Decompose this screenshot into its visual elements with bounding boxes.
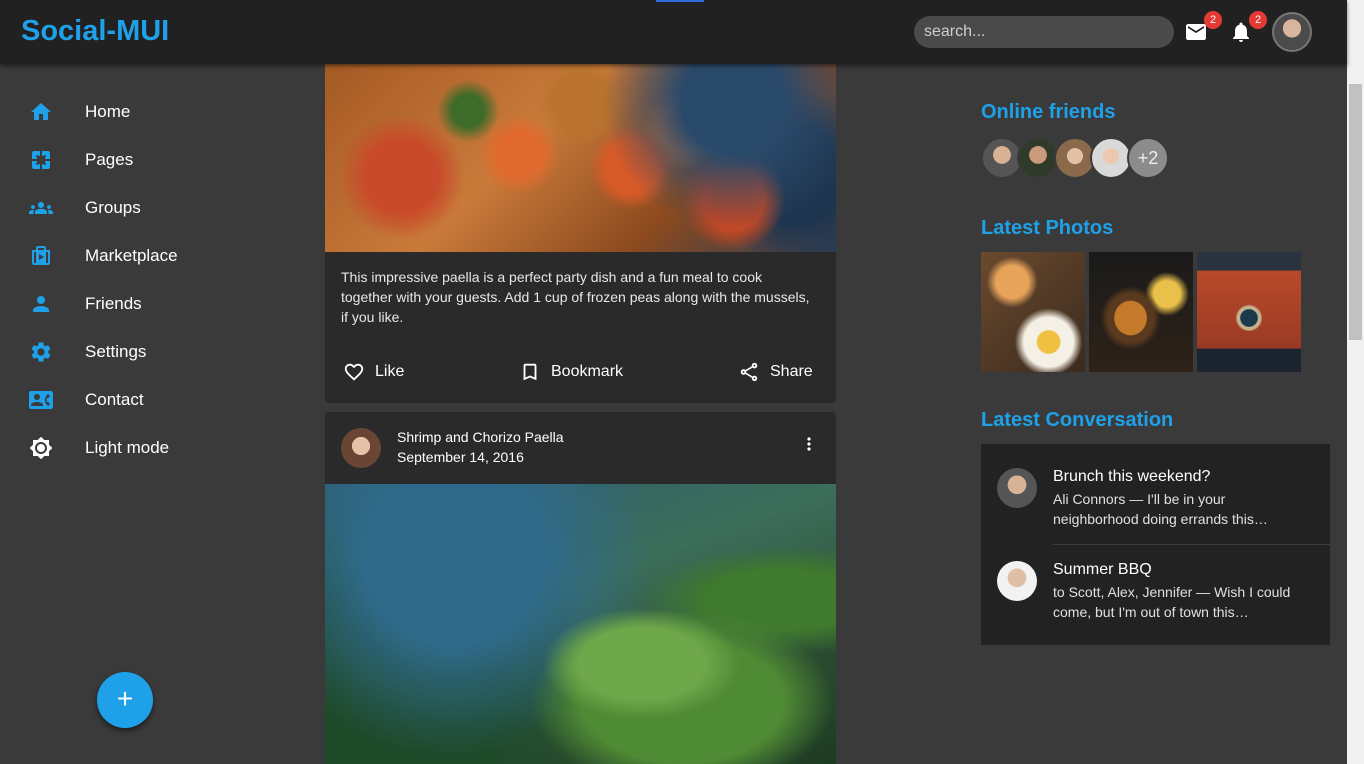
share-icon xyxy=(740,362,758,382)
post-card: Shrimp and Chorizo Paella September 14, … xyxy=(325,412,836,764)
post-menu-button[interactable] xyxy=(799,432,819,456)
sidebar-item-label: Settings xyxy=(85,342,147,361)
latest-photo[interactable] xyxy=(1197,252,1301,372)
brightness-icon xyxy=(29,436,53,460)
sidebar-item-contact[interactable]: Contact xyxy=(0,376,300,424)
friend-avatar[interactable] xyxy=(1017,137,1059,179)
sidebar-item-label: Groups xyxy=(85,198,141,217)
divider xyxy=(1053,544,1330,545)
sidebar-item-pages[interactable]: Pages xyxy=(0,136,300,184)
conversation-avatar[interactable] xyxy=(997,561,1037,601)
sidebar-item-home[interactable]: Home xyxy=(0,88,300,136)
contact-card-icon xyxy=(29,391,53,409)
search-input[interactable] xyxy=(914,16,1174,48)
person-icon xyxy=(33,296,49,312)
bookmark-icon xyxy=(523,363,537,381)
app-title[interactable]: Social-MUI xyxy=(21,15,169,48)
sidebar-item-groups[interactable]: Groups xyxy=(0,184,300,232)
user-avatar[interactable] xyxy=(1272,12,1312,52)
notifications-button[interactable]: 2 xyxy=(1229,11,1267,46)
conversation-avatar[interactable] xyxy=(997,468,1037,508)
conversation-title[interactable]: Brunch this weekend? xyxy=(1053,468,1210,486)
heart-icon xyxy=(344,363,364,381)
post-caption: This impressive paella is a perfect part… xyxy=(341,269,810,325)
sidebar-item-label: Light mode xyxy=(85,438,170,457)
latest-photo[interactable] xyxy=(1089,252,1193,372)
conversation-preview: Ali Connors — I'll be in your neighborho… xyxy=(1053,491,1268,527)
conversation-preview: to Scott, Alex, Jennifer — Wish I could … xyxy=(1053,584,1291,620)
conversation-list: Brunch this weekend? Ali Connors — I'll … xyxy=(981,444,1330,645)
sidebar-item-label: Marketplace xyxy=(85,246,178,265)
like-label: Like xyxy=(375,363,405,380)
sidebar-item-marketplace[interactable]: Marketplace xyxy=(0,232,300,280)
storefront-icon xyxy=(32,246,50,265)
post-title: Shrimp and Chorizo Paella xyxy=(397,429,564,445)
mail-button[interactable]: 2 xyxy=(1184,11,1222,46)
sidebar-item-label: Home xyxy=(85,102,131,121)
mail-badge: 2 xyxy=(1204,11,1222,29)
groups-icon xyxy=(29,202,53,214)
friend-avatar[interactable] xyxy=(1090,137,1132,179)
conversation-title[interactable]: Summer BBQ xyxy=(1053,561,1152,579)
share-button[interactable]: Share xyxy=(738,360,813,384)
gear-icon xyxy=(31,342,51,362)
app-bar: Social-MUI 2 2 xyxy=(0,0,1347,64)
latest-photo[interactable] xyxy=(981,252,1085,372)
post-image xyxy=(325,484,836,764)
post-image xyxy=(325,64,836,252)
latest-photos-title: Latest Photos xyxy=(981,217,1114,239)
more-friends-count[interactable]: +2 xyxy=(1127,137,1169,179)
post-date: September 14, 2016 xyxy=(397,449,524,465)
online-friends-title: Online friends xyxy=(981,101,1116,123)
sidebar-item-friends[interactable]: Friends xyxy=(0,280,300,328)
sidebar-item-label: Pages xyxy=(85,150,134,169)
sidebar-item-light-mode[interactable]: Light mode xyxy=(0,424,300,472)
post-author-avatar[interactable] xyxy=(341,428,381,468)
home-icon xyxy=(31,103,51,120)
bookmark-button[interactable]: Bookmark xyxy=(519,360,623,384)
sidebar-item-label: Contact xyxy=(85,390,144,409)
share-label: Share xyxy=(770,363,813,380)
add-post-button[interactable]: + xyxy=(97,672,153,728)
pages-icon xyxy=(32,151,50,169)
scrollbar-thumb[interactable] xyxy=(1349,84,1362,340)
more-vert-icon xyxy=(807,437,811,451)
sidebar-item-label: Friends xyxy=(85,294,142,313)
sidebar-item-settings[interactable]: Settings xyxy=(0,328,300,376)
bookmark-label: Bookmark xyxy=(551,363,624,380)
like-button[interactable]: Like xyxy=(343,360,404,384)
notifications-badge: 2 xyxy=(1249,11,1267,29)
latest-conversation-title: Latest Conversation xyxy=(981,409,1174,431)
post-card: This impressive paella is a perfect part… xyxy=(325,64,836,403)
top-indicator xyxy=(656,0,704,2)
